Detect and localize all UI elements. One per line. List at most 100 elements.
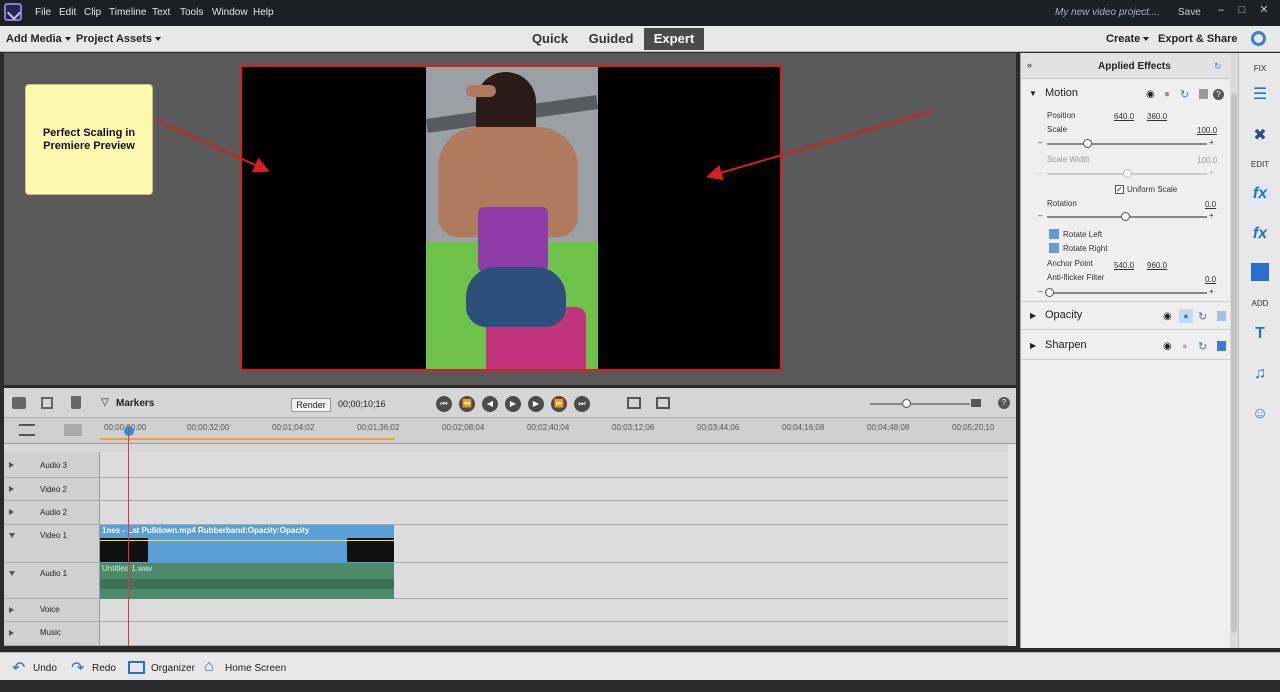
menu-timeline[interactable]: Timeline xyxy=(109,7,146,18)
drop-icon[interactable]: ● xyxy=(1164,89,1170,100)
audio-mixer-icon[interactable] xyxy=(64,424,82,436)
anchor-x-value[interactable]: 540.0 xyxy=(1114,261,1134,270)
chevron-right-icon[interactable]: ▶ xyxy=(1030,311,1036,320)
undo-icon[interactable]: ↶ xyxy=(12,658,25,678)
markers-button[interactable]: Markers xyxy=(116,398,154,409)
rotate-right-icon[interactable] xyxy=(1049,243,1059,253)
rotate-left-icon[interactable] xyxy=(1049,229,1059,239)
frame-back-icon[interactable]: ◀ xyxy=(482,396,498,412)
timeline-scrollbar[interactable] xyxy=(1008,444,1016,646)
track-options-icon[interactable] xyxy=(19,424,35,436)
reset-icon[interactable]: ↻ xyxy=(1198,340,1207,353)
minimize-icon[interactable]: – xyxy=(1215,4,1227,16)
opacity-rubberband[interactable] xyxy=(100,540,394,541)
panel-options-icon[interactable]: ↻ xyxy=(1214,61,1222,72)
menu-edit[interactable]: Edit xyxy=(59,7,76,18)
organizer-button[interactable]: Organizer xyxy=(151,663,195,674)
frame-forward-icon[interactable]: ▶ xyxy=(528,396,544,412)
track-audio-2[interactable]: Audio 2 xyxy=(4,501,1008,525)
reset-icon[interactable]: ↻ xyxy=(1198,310,1207,323)
redo-button[interactable]: Redo xyxy=(92,663,116,674)
chevron-down-icon[interactable]: ▼ xyxy=(1029,89,1037,98)
undo-button[interactable]: Undo xyxy=(33,663,57,674)
fullscreen-icon[interactable] xyxy=(656,397,670,409)
opacity-header[interactable]: Opacity xyxy=(1045,309,1082,321)
motion-header[interactable]: Motion xyxy=(1045,87,1078,99)
time-ruler[interactable]: 00;00;00;00 00;00;32;00 00;01;04;02 00;0… xyxy=(4,418,1016,444)
rotation-slider-knob[interactable] xyxy=(1121,212,1130,221)
panel-scrollbar[interactable] xyxy=(1230,53,1238,648)
track-music[interactable]: Music xyxy=(4,622,1008,646)
expand-icon[interactable] xyxy=(9,630,14,636)
help-icon[interactable]: ? xyxy=(998,397,1010,409)
collapse-icon[interactable] xyxy=(9,571,15,576)
expand-icon[interactable] xyxy=(9,486,14,492)
antiflicker-slider[interactable] xyxy=(1047,292,1207,294)
drop-icon[interactable]: ● xyxy=(1179,309,1193,323)
anchor-y-value[interactable]: 960.0 xyxy=(1147,261,1167,270)
tools-icon[interactable]: ✖ xyxy=(1249,125,1271,147)
save-button[interactable]: Save xyxy=(1178,7,1201,18)
minus-icon[interactable]: – xyxy=(1038,287,1042,296)
track-video-2[interactable]: Video 2 xyxy=(4,478,1008,501)
goto-end-icon[interactable]: ⏭ xyxy=(574,396,590,412)
rotation-value[interactable]: 0.0 xyxy=(1205,200,1216,209)
plus-icon[interactable]: + xyxy=(1209,211,1214,220)
menu-tools[interactable]: Tools xyxy=(180,7,203,18)
collapse-icon[interactable] xyxy=(9,533,15,538)
tab-expert[interactable]: Expert xyxy=(644,28,704,50)
minus-icon[interactable]: – xyxy=(1038,211,1042,220)
zoom-max-icon[interactable] xyxy=(971,399,981,407)
rotate-left-button[interactable]: Rotate Left xyxy=(1063,230,1102,239)
tab-guided[interactable]: Guided xyxy=(585,28,637,50)
trash-icon[interactable] xyxy=(71,396,81,409)
preview-frame[interactable] xyxy=(240,65,782,371)
scale-value[interactable]: 100.0 xyxy=(1197,126,1217,135)
eye-icon[interactable]: ◉ xyxy=(1146,89,1155,100)
home-icon[interactable]: ⌂ xyxy=(204,658,214,676)
rotate-right-button[interactable]: Rotate Right xyxy=(1063,244,1107,253)
music-icon[interactable]: ♫ xyxy=(1249,363,1271,385)
play-icon[interactable]: ▶ xyxy=(505,396,521,412)
expand-icon[interactable] xyxy=(9,462,14,468)
eye-icon[interactable]: ◉ xyxy=(1163,311,1172,322)
expand-icon[interactable] xyxy=(9,509,14,515)
maximize-icon[interactable]: □ xyxy=(1236,4,1248,16)
track-audio-3[interactable]: Audio 3 xyxy=(4,452,1008,478)
sharpen-header[interactable]: Sharpen xyxy=(1045,339,1087,351)
trash-icon[interactable] xyxy=(1199,89,1208,99)
expand-icon[interactable] xyxy=(9,607,14,613)
adjust-icon[interactable]: ☰ xyxy=(1249,84,1271,106)
titles-icon[interactable]: T xyxy=(1249,323,1271,345)
graphics-icon[interactable]: ☺ xyxy=(1249,403,1271,425)
render-button[interactable]: Render xyxy=(291,398,331,412)
drop-icon[interactable]: ● xyxy=(1182,341,1187,351)
minus-icon[interactable]: – xyxy=(1038,138,1042,147)
trash-icon[interactable] xyxy=(1217,341,1226,351)
goto-start-icon[interactable]: ⏮ xyxy=(436,396,452,412)
menu-clip[interactable]: Clip xyxy=(84,7,101,18)
antiflicker-slider-knob[interactable] xyxy=(1045,288,1054,297)
redo-icon[interactable]: ↷ xyxy=(71,658,84,678)
step-forward-icon[interactable]: ⏩ xyxy=(551,396,567,412)
menu-help[interactable]: Help xyxy=(253,7,274,18)
camera-icon[interactable] xyxy=(12,397,26,409)
antiflicker-value[interactable]: 0.0 xyxy=(1205,275,1216,284)
create-button[interactable]: Create xyxy=(1106,33,1150,45)
menu-text[interactable]: Text xyxy=(152,7,170,18)
menu-file[interactable]: File xyxy=(35,7,51,18)
organizer-icon[interactable] xyxy=(128,661,145,674)
audio-clip[interactable]: Untitled 1.wav xyxy=(100,563,394,599)
position-x-value[interactable]: 640.0 xyxy=(1114,112,1134,121)
scrollbar-thumb[interactable] xyxy=(1231,93,1237,633)
video-clip[interactable]: 1nes - Lat Pulldown.mp4 Rubberband:Opaci… xyxy=(100,525,394,563)
eye-icon[interactable]: ◉ xyxy=(1163,341,1172,352)
home-screen-button[interactable]: Home Screen xyxy=(225,663,286,674)
step-back-icon[interactable]: ⏪ xyxy=(459,396,475,412)
applied-effects-icon[interactable]: fx xyxy=(1249,183,1271,205)
work-area-bar[interactable] xyxy=(100,438,395,440)
project-assets-button[interactable]: Project Assets xyxy=(76,33,162,45)
tab-quick[interactable]: Quick xyxy=(525,28,575,50)
monitor-icon[interactable] xyxy=(627,397,641,409)
position-y-value[interactable]: 360.0 xyxy=(1147,112,1167,121)
